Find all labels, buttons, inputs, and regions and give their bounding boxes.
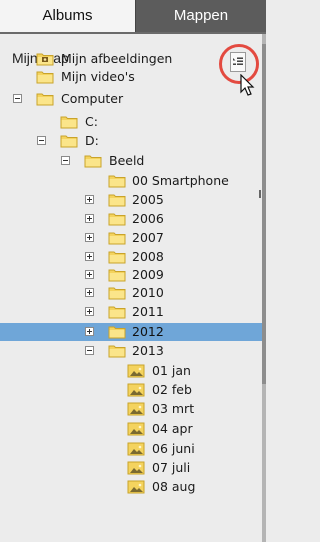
- tab-albums[interactable]: Albums: [0, 0, 135, 32]
- tree-item-label: D:: [85, 133, 99, 148]
- tree-item-03-mrt[interactable]: 03 mrt: [0, 400, 262, 418]
- photo-folder-icon: [127, 460, 145, 476]
- tree-item-label: 01 jan: [152, 363, 191, 378]
- photo-folder-icon: [127, 421, 145, 437]
- tree-item-label: 07 juli: [152, 460, 191, 475]
- tab-bar: Albums Mappen: [0, 0, 266, 32]
- tree-item-2005[interactable]: 2005: [0, 191, 262, 209]
- tree-item-label: 00 Smartphone: [132, 173, 229, 188]
- tree-item-label: 2013: [132, 343, 164, 358]
- expand-icon[interactable]: [85, 214, 94, 223]
- folder-icon: [108, 343, 126, 359]
- tree-item-06-juni[interactable]: 06 juni: [0, 440, 262, 458]
- tree-item-label: 2007: [132, 230, 164, 245]
- folder-icon: [108, 173, 126, 189]
- photo-folder-icon: [127, 479, 145, 495]
- collapse-icon[interactable]: [13, 94, 22, 103]
- tree-item-computer[interactable]: Computer: [0, 90, 262, 108]
- tree-item-2006[interactable]: 2006: [0, 210, 262, 228]
- scrollbar-thumb[interactable]: [262, 44, 266, 384]
- tree-item-label: 02 feb: [152, 382, 192, 397]
- tree-item-label: 2012: [132, 324, 164, 339]
- folder-icon: [108, 267, 126, 283]
- collapse-icon[interactable]: [37, 136, 46, 145]
- picture-folder-icon: [36, 51, 54, 67]
- scrollbar[interactable]: [262, 34, 266, 542]
- photo-folder-icon: [127, 382, 145, 398]
- tree-item-2010[interactable]: 2010: [0, 284, 262, 302]
- tree-item-08-aug[interactable]: 08 aug: [0, 478, 262, 496]
- photo-folder-icon: [127, 441, 145, 457]
- tree-item-label: 2006: [132, 211, 164, 226]
- tree-item-label: 2010: [132, 285, 164, 300]
- photo-folder-icon: [127, 401, 145, 417]
- tree-item-label: 2008: [132, 249, 164, 264]
- expand-icon[interactable]: [85, 270, 94, 279]
- expand-icon[interactable]: [85, 288, 94, 297]
- splitter-handle[interactable]: [259, 190, 261, 198]
- folder-icon: [108, 192, 126, 208]
- tree-item-label: Computer: [61, 91, 124, 106]
- folder-panel: Mijn map Mijn afbeeldingen Mijn video's Co…: [0, 34, 262, 542]
- tree-item-label: Mijn video's: [61, 69, 135, 84]
- folder-icon: [84, 153, 102, 169]
- folder-icon: [108, 230, 126, 246]
- tree-item-2013[interactable]: 2013: [0, 342, 262, 360]
- folder-icon: [60, 133, 78, 149]
- folder-icon: [60, 114, 78, 130]
- tree-item-label: 04 apr: [152, 421, 193, 436]
- folder-icon: [36, 91, 54, 107]
- expand-icon[interactable]: [85, 195, 94, 204]
- folder-icon: [108, 249, 126, 265]
- expand-icon[interactable]: [85, 233, 94, 242]
- tree-item-label: 03 mrt: [152, 401, 195, 416]
- photo-folder-icon: [127, 363, 145, 379]
- tree-item-label: 2011: [132, 304, 164, 319]
- tree-item-01-jan[interactable]: 01 jan: [0, 362, 262, 380]
- expand-icon[interactable]: [85, 327, 94, 336]
- tree-item-d[interactable]: D:: [0, 132, 262, 150]
- tree-item-beeld[interactable]: Beeld: [0, 152, 262, 170]
- tree-item-label: 2005: [132, 192, 164, 207]
- tree-item-00-smartphone[interactable]: 00 Smartphone: [0, 172, 262, 190]
- folder-icon: [108, 304, 126, 320]
- tree-item-c[interactable]: C:: [0, 113, 262, 131]
- expand-icon[interactable]: [85, 307, 94, 316]
- tree-item-2011[interactable]: 2011: [0, 303, 262, 321]
- folder-icon: [36, 69, 54, 85]
- tree-item-mijn-afbeeldingen[interactable]: Mijn afbeeldingen: [0, 50, 262, 68]
- tree-item-label: 08 aug: [152, 479, 196, 494]
- tree-item-2008[interactable]: 2008: [0, 248, 262, 266]
- folder-icon: [108, 211, 126, 227]
- tree-item-07-juli[interactable]: 07 juli: [0, 459, 262, 477]
- expand-icon[interactable]: [85, 252, 94, 261]
- tree-item-04-apr[interactable]: 04 apr: [0, 420, 262, 438]
- tree-item-2007[interactable]: 2007: [0, 229, 262, 247]
- tree-item-2009[interactable]: 2009: [0, 266, 262, 284]
- tree-item-label: 06 juni: [152, 441, 195, 456]
- collapse-icon[interactable]: [61, 156, 70, 165]
- collapse-icon[interactable]: [85, 346, 94, 355]
- tree-item-label: C:: [85, 114, 98, 129]
- tree-item-label: Beeld: [109, 153, 145, 168]
- tree-item-02-feb[interactable]: 02 feb: [0, 381, 262, 399]
- tree-item-mijn-videos[interactable]: Mijn video's: [0, 68, 262, 86]
- tree-item-2012[interactable]: 2012: [0, 323, 262, 341]
- tree-item-label: 2009: [132, 267, 164, 282]
- folder-icon: [108, 285, 126, 301]
- folder-icon: [108, 324, 126, 340]
- tab-mappen[interactable]: Mappen: [135, 0, 266, 32]
- tree-item-label: Mijn afbeeldingen: [61, 51, 173, 66]
